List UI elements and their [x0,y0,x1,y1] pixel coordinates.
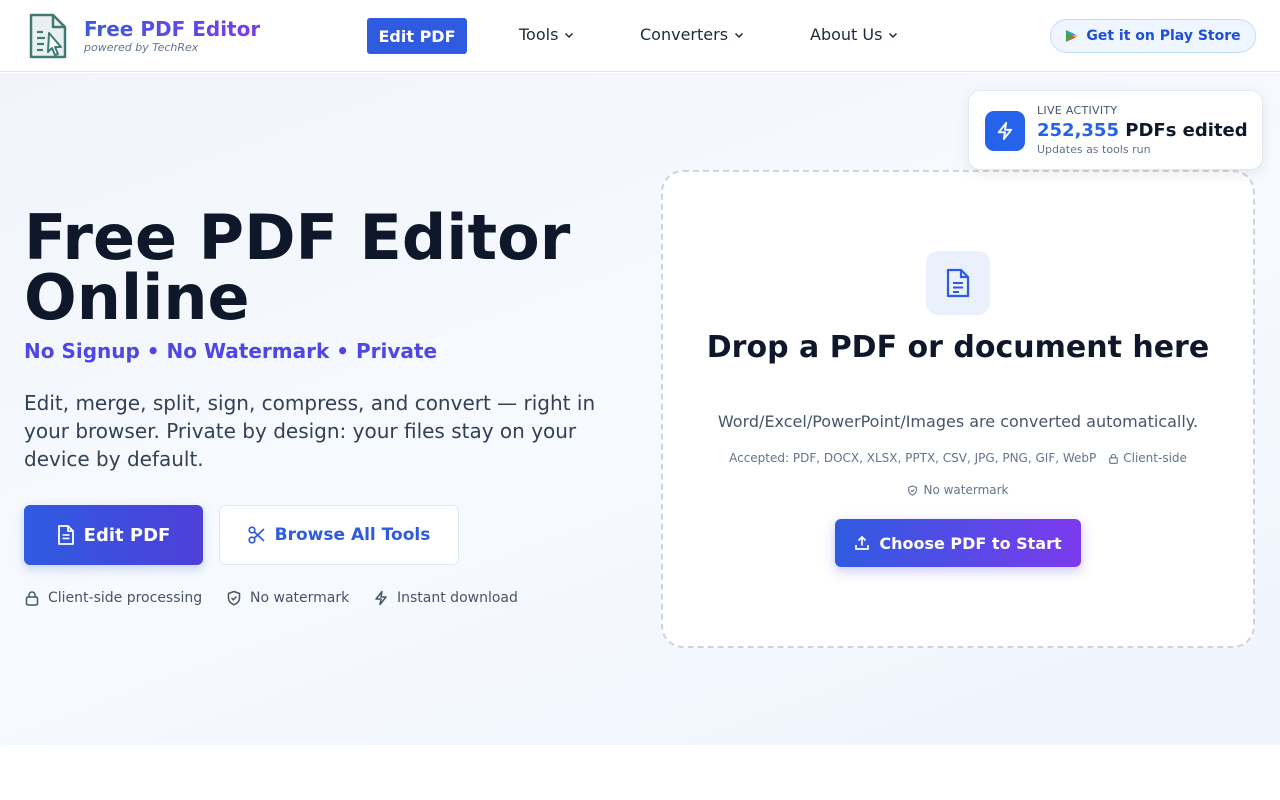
google-play-icon [1066,30,1078,42]
nav-tools-label: Tools [519,25,559,44]
document-icon [57,525,74,545]
feature-no-watermark-label: No watermark [250,590,350,606]
nav-about-label: About Us [810,25,883,44]
live-activity-label: LIVE ACTIVITY [1037,104,1118,117]
feature-instant-download-label: Instant download [397,590,518,606]
top-nav-bar: Free PDF Editor powered by TechRex Edit … [0,0,1280,72]
accepted-formats: Accepted: PDF, DOCX, XLSX, PPTX, CSV, JP… [729,451,1097,465]
edit-pdf-button-label: Edit PDF [83,524,171,546]
feature-client-side: Client-side processing [24,590,202,606]
chevron-down-icon [735,32,744,38]
pdf-editor-logo-icon[interactable] [27,12,69,60]
drop-zone-title: Drop a PDF or document here [706,330,1210,365]
shield-check-icon [908,484,918,496]
nav-converters-menu[interactable]: Converters [640,25,744,44]
upload-icon [855,535,870,550]
browse-all-tools-button[interactable]: Browse All Tools [219,505,459,565]
nav-tools-menu[interactable]: Tools [519,25,574,44]
feature-no-watermark: No watermark [226,590,349,606]
brand-title[interactable]: Free PDF Editor [84,17,260,41]
choose-pdf-button[interactable]: Choose PDF to Start [835,519,1081,567]
play-store-button[interactable]: Get it on Play Store [1050,19,1256,53]
live-activity-badge [985,111,1025,151]
lock-icon [1109,453,1119,464]
brand-subtitle: powered by TechRex [84,41,199,54]
nav-about-menu[interactable]: About Us [810,25,898,44]
feature-client-side-label: Client-side processing [48,590,203,606]
file-drop-zone[interactable] [661,170,1255,648]
chevron-down-icon [565,32,574,38]
browse-all-tools-label: Browse All Tools [274,525,431,545]
client-side-note: Client-side [1108,451,1187,465]
accepted-formats-row: Accepted: PDF, DOCX, XLSX, PPTX, CSV, JP… [661,451,1255,465]
edit-pdf-button[interactable]: Edit PDF [24,505,203,565]
hero-title: Free PDF Editor Online [24,201,571,334]
hero-description: Edit, merge, split, sign, compress, and … [24,391,596,471]
document-icon [946,268,970,298]
lightning-icon [997,121,1013,141]
hero-tagline: No Signup • No Watermark • Private [24,339,438,363]
live-activity-count-line: 252,355 PDFs edited [1037,120,1248,141]
no-watermark-note: No watermark [661,483,1255,497]
client-side-label: Client-side [1123,451,1187,465]
live-activity-count-suffix: PDFs edited [1125,120,1248,141]
scissors-icon [248,526,265,544]
lightning-icon [375,590,387,606]
play-store-label: Get it on Play Store [1086,28,1241,44]
shield-check-icon [227,590,241,606]
drop-zone-subtitle: Word/Excel/PowerPoint/Images are convert… [717,412,1199,431]
feature-instant-download: Instant download [373,590,518,606]
document-tile [926,251,990,315]
live-activity-note: Updates as tools run [1037,143,1151,156]
live-activity-card: LIVE ACTIVITY 252,355 PDFs edited Update… [968,90,1263,170]
live-activity-count: 252,355 [1037,120,1119,141]
choose-pdf-label: Choose PDF to Start [879,533,1062,553]
chevron-down-icon [889,32,898,38]
nav-converters-label: Converters [640,25,729,44]
no-watermark-label: No watermark [923,483,1009,497]
lock-icon [25,591,39,606]
nav-edit-pdf-button[interactable]: Edit PDF [367,18,467,54]
